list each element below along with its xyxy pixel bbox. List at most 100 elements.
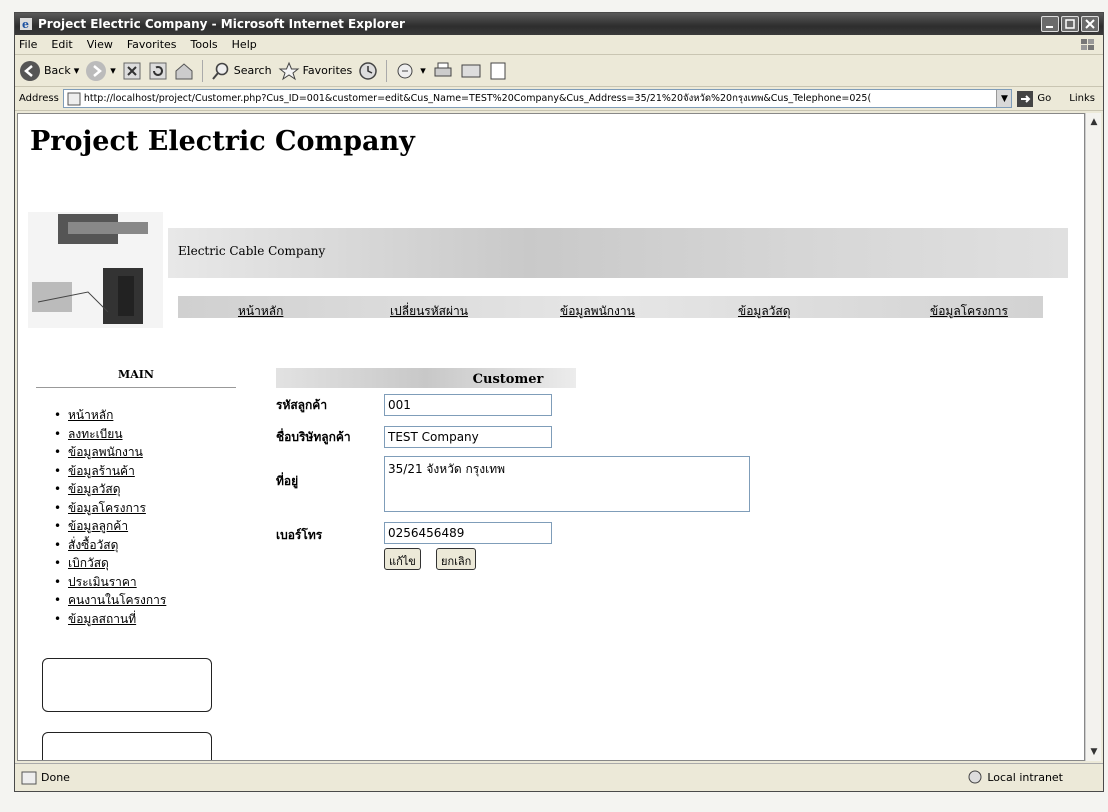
edit-button[interactable]: แก้ไข: [384, 548, 421, 570]
messenger-button[interactable]: [488, 61, 508, 81]
edit-icon: [461, 64, 481, 77]
address-label: Address: [19, 93, 59, 104]
stop-icon: [123, 62, 141, 79]
toolbar-separator: [386, 59, 388, 82]
history-button[interactable]: [358, 61, 378, 81]
back-arrow-icon: [20, 60, 40, 81]
cancel-button[interactable]: ยกเลิก: [436, 548, 477, 570]
phone-label: เบอร์โทร: [276, 528, 323, 542]
sidebar-heading: MAIN: [36, 368, 236, 388]
links-button[interactable]: Links: [1069, 93, 1095, 104]
nav-employees[interactable]: ข้อมูลพนักงาน: [560, 302, 635, 321]
sidebar-item-materials[interactable]: ข้อมูลวัสดุ: [54, 480, 166, 499]
address-dropdown-icon[interactable]: ▼: [996, 90, 1012, 107]
menu-bar: File Edit View Favorites Tools Help: [15, 35, 1103, 55]
address-bar: Address http://localhost/project/Custome…: [15, 87, 1103, 111]
sidebar-item-project-workers[interactable]: คนงานในโครงการ: [54, 591, 166, 610]
go-button[interactable]: Go: [1016, 90, 1051, 108]
banner-subtitle: Electric Cable Company: [178, 244, 326, 258]
toolbar: Back ▾ ▾ Search Favorites ▾: [15, 55, 1103, 87]
home-icon: [175, 62, 193, 79]
status-text: Done: [41, 771, 70, 784]
print-button[interactable]: [432, 61, 454, 81]
sidebar-item-shops[interactable]: ข้อมูลร้านค้า: [54, 462, 166, 481]
sidebar-box: [42, 658, 212, 712]
sidebar-item-employees[interactable]: ข้อมูลพนักงาน: [54, 443, 166, 462]
back-label: Back: [44, 64, 71, 77]
menu-help[interactable]: Help: [232, 38, 257, 51]
sidebar-item-register[interactable]: ลงทะเบียน: [54, 425, 166, 444]
toolbar-separator: [201, 59, 203, 82]
page-icon: [67, 92, 81, 105]
chevron-down-icon: ▾: [73, 64, 80, 77]
address-input[interactable]: http://localhost/project/Customer.php?Cu…: [62, 89, 1013, 108]
menu-favorites[interactable]: Favorites: [127, 38, 177, 51]
phone-input[interactable]: 0256456489: [384, 522, 552, 544]
sidebar-item-customers[interactable]: ข้อมูลลูกค้า: [54, 517, 166, 536]
sidebar-menu: หน้าหลัก ลงทะเบียน ข้อมูลพนักงาน ข้อมูลร…: [54, 406, 166, 629]
nav-materials[interactable]: ข้อมูลวัสดุ: [738, 302, 791, 321]
close-button[interactable]: [1081, 16, 1099, 32]
customer-id-label: รหัสลูกค้า: [276, 398, 328, 412]
page-done-icon: [21, 771, 37, 784]
svg-text:e: e: [22, 18, 29, 31]
nav-change-password[interactable]: เปลี่ยนรหัสผ่าน: [390, 302, 468, 321]
home-button[interactable]: [174, 61, 194, 81]
minimize-button[interactable]: [1041, 16, 1059, 32]
stop-button[interactable]: [122, 61, 142, 81]
chevron-down-icon: ▾: [420, 64, 426, 77]
favorites-button[interactable]: Favorites: [278, 61, 353, 81]
address-field-label: ที่อยู่: [276, 474, 299, 488]
refresh-button[interactable]: [148, 61, 168, 81]
window-title: Project Electric Company - Microsoft Int…: [38, 17, 405, 31]
history-icon: [359, 61, 378, 80]
sidebar-item-home[interactable]: หน้าหลัก: [54, 406, 166, 425]
form-heading: Customer: [472, 372, 544, 387]
refresh-icon: [149, 62, 167, 79]
favorites-label: Favorites: [302, 64, 353, 77]
company-name-input[interactable]: TEST Company: [384, 426, 552, 448]
menu-edit[interactable]: Edit: [51, 38, 72, 51]
forward-arrow-icon: [86, 60, 107, 81]
nav-home[interactable]: หน้าหลัก: [238, 302, 283, 321]
windows-flag-icon: [1081, 39, 1094, 50]
sidebar-item-locations[interactable]: ข้อมูลสถานที่: [54, 610, 166, 629]
scroll-down-icon[interactable]: ▼: [1087, 745, 1101, 759]
forward-button[interactable]: ▾: [85, 60, 116, 82]
customer-id-input[interactable]: 001: [384, 394, 552, 416]
go-arrow-icon: [1017, 90, 1034, 107]
back-button[interactable]: Back ▾: [19, 60, 79, 82]
browser-window: e Project Electric Company - Microsoft I…: [14, 12, 1104, 792]
search-button[interactable]: Search: [211, 61, 272, 81]
menu-view[interactable]: View: [87, 38, 113, 51]
menu-tools[interactable]: Tools: [191, 38, 218, 51]
banner-image: [28, 212, 163, 328]
address-url: http://localhost/project/Customer.php?Cu…: [83, 93, 872, 104]
search-label: Search: [233, 64, 272, 77]
address-textarea[interactable]: 35/21 จังหวัด กรุงเทพ: [384, 456, 750, 512]
go-label: Go: [1037, 93, 1052, 104]
sidebar-item-order-materials[interactable]: สั่งซื้อวัสดุ: [54, 536, 166, 555]
sidebar-box: [42, 732, 212, 760]
mail-button[interactable]: ▾: [395, 61, 426, 81]
nav-projects[interactable]: ข้อมูลโครงการ: [930, 302, 1008, 321]
menu-file[interactable]: File: [19, 38, 37, 51]
print-icon: [434, 62, 452, 76]
company-name-label: ชื่อบริษัทลูกค้า: [276, 430, 351, 444]
star-icon: [278, 61, 300, 80]
page-viewport: Project Electric Company Electric Cable …: [17, 113, 1085, 761]
site-title: Project Electric Company: [30, 126, 415, 157]
sidebar-item-projects[interactable]: ข้อมูลโครงการ: [54, 499, 166, 518]
intranet-icon: [968, 770, 982, 784]
scroll-up-icon[interactable]: ▲: [1087, 115, 1101, 129]
title-bar: e Project Electric Company - Microsoft I…: [15, 13, 1103, 35]
sidebar-item-estimate[interactable]: ประเมินราคา: [54, 573, 166, 592]
ie-icon: e: [20, 18, 32, 31]
edit-page-button[interactable]: [460, 61, 482, 81]
blank-page-icon: [490, 62, 506, 79]
vertical-scrollbar[interactable]: ▲ ▼: [1085, 113, 1101, 761]
status-bar: Done Local intranet: [15, 763, 1103, 791]
maximize-button[interactable]: [1061, 16, 1079, 32]
sidebar-item-withdraw-materials[interactable]: เบิกวัสดุ: [54, 554, 166, 573]
zone-indicator: Local intranet: [967, 770, 1063, 784]
